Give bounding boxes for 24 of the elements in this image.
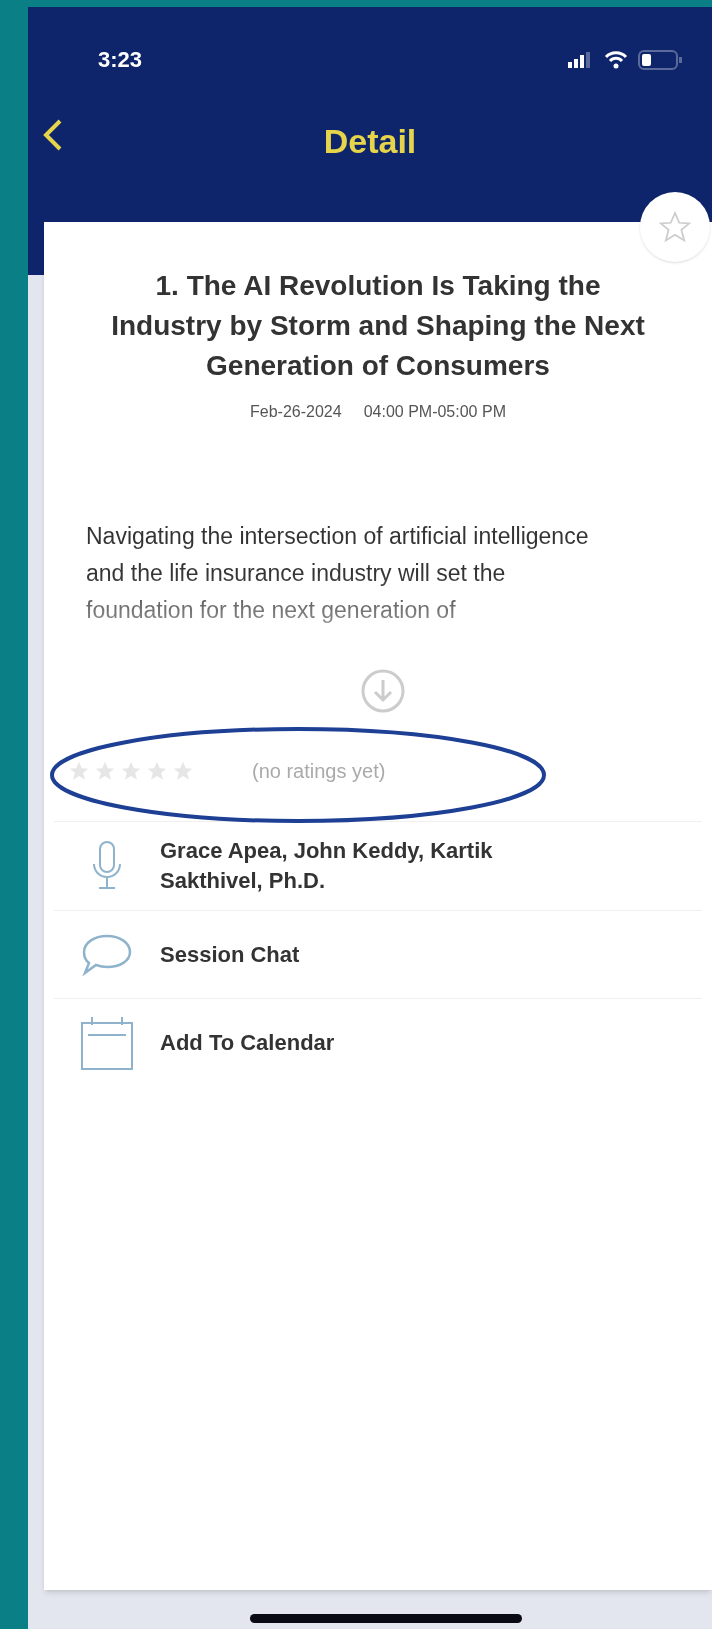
status-time: 3:23 xyxy=(98,46,143,74)
session-time: 04:00 PM-05:00 PM xyxy=(363,402,506,422)
calendar-icon xyxy=(80,1014,134,1071)
action-label[interactable]: Add To Calendar xyxy=(160,1027,600,1058)
rating-star-icon[interactable] xyxy=(68,760,90,782)
rating-star-icon[interactable] xyxy=(146,760,168,782)
back-icon xyxy=(42,118,64,152)
rating-label: (no ratings yet) xyxy=(252,759,386,784)
action-label[interactable]: Session Chat xyxy=(160,939,600,970)
microphone-icon xyxy=(91,840,123,892)
expand-button[interactable] xyxy=(361,669,405,713)
session-date: Feb-26-2024 xyxy=(250,402,342,422)
battery-icon xyxy=(638,49,682,70)
wifi-icon xyxy=(604,50,628,69)
action-label[interactable]: Grace Apea, John Keddy, Kartik Sakthivel, Ph.D. xyxy=(160,836,600,896)
arrow-down-circle-icon xyxy=(361,669,405,713)
session-title: 1. The AI Revolution Is Taking the Industry by Storm and Shaping the Next Generation of Consumers xyxy=(110,269,646,383)
star-icon xyxy=(658,210,692,244)
speech-bubble-icon xyxy=(81,932,133,977)
rating-star-icon[interactable] xyxy=(120,760,142,782)
back-button[interactable] xyxy=(42,118,64,152)
screen-title: Detail xyxy=(323,121,417,162)
rating-star-icon[interactable] xyxy=(94,760,116,782)
rating-star-icon[interactable] xyxy=(172,760,194,782)
